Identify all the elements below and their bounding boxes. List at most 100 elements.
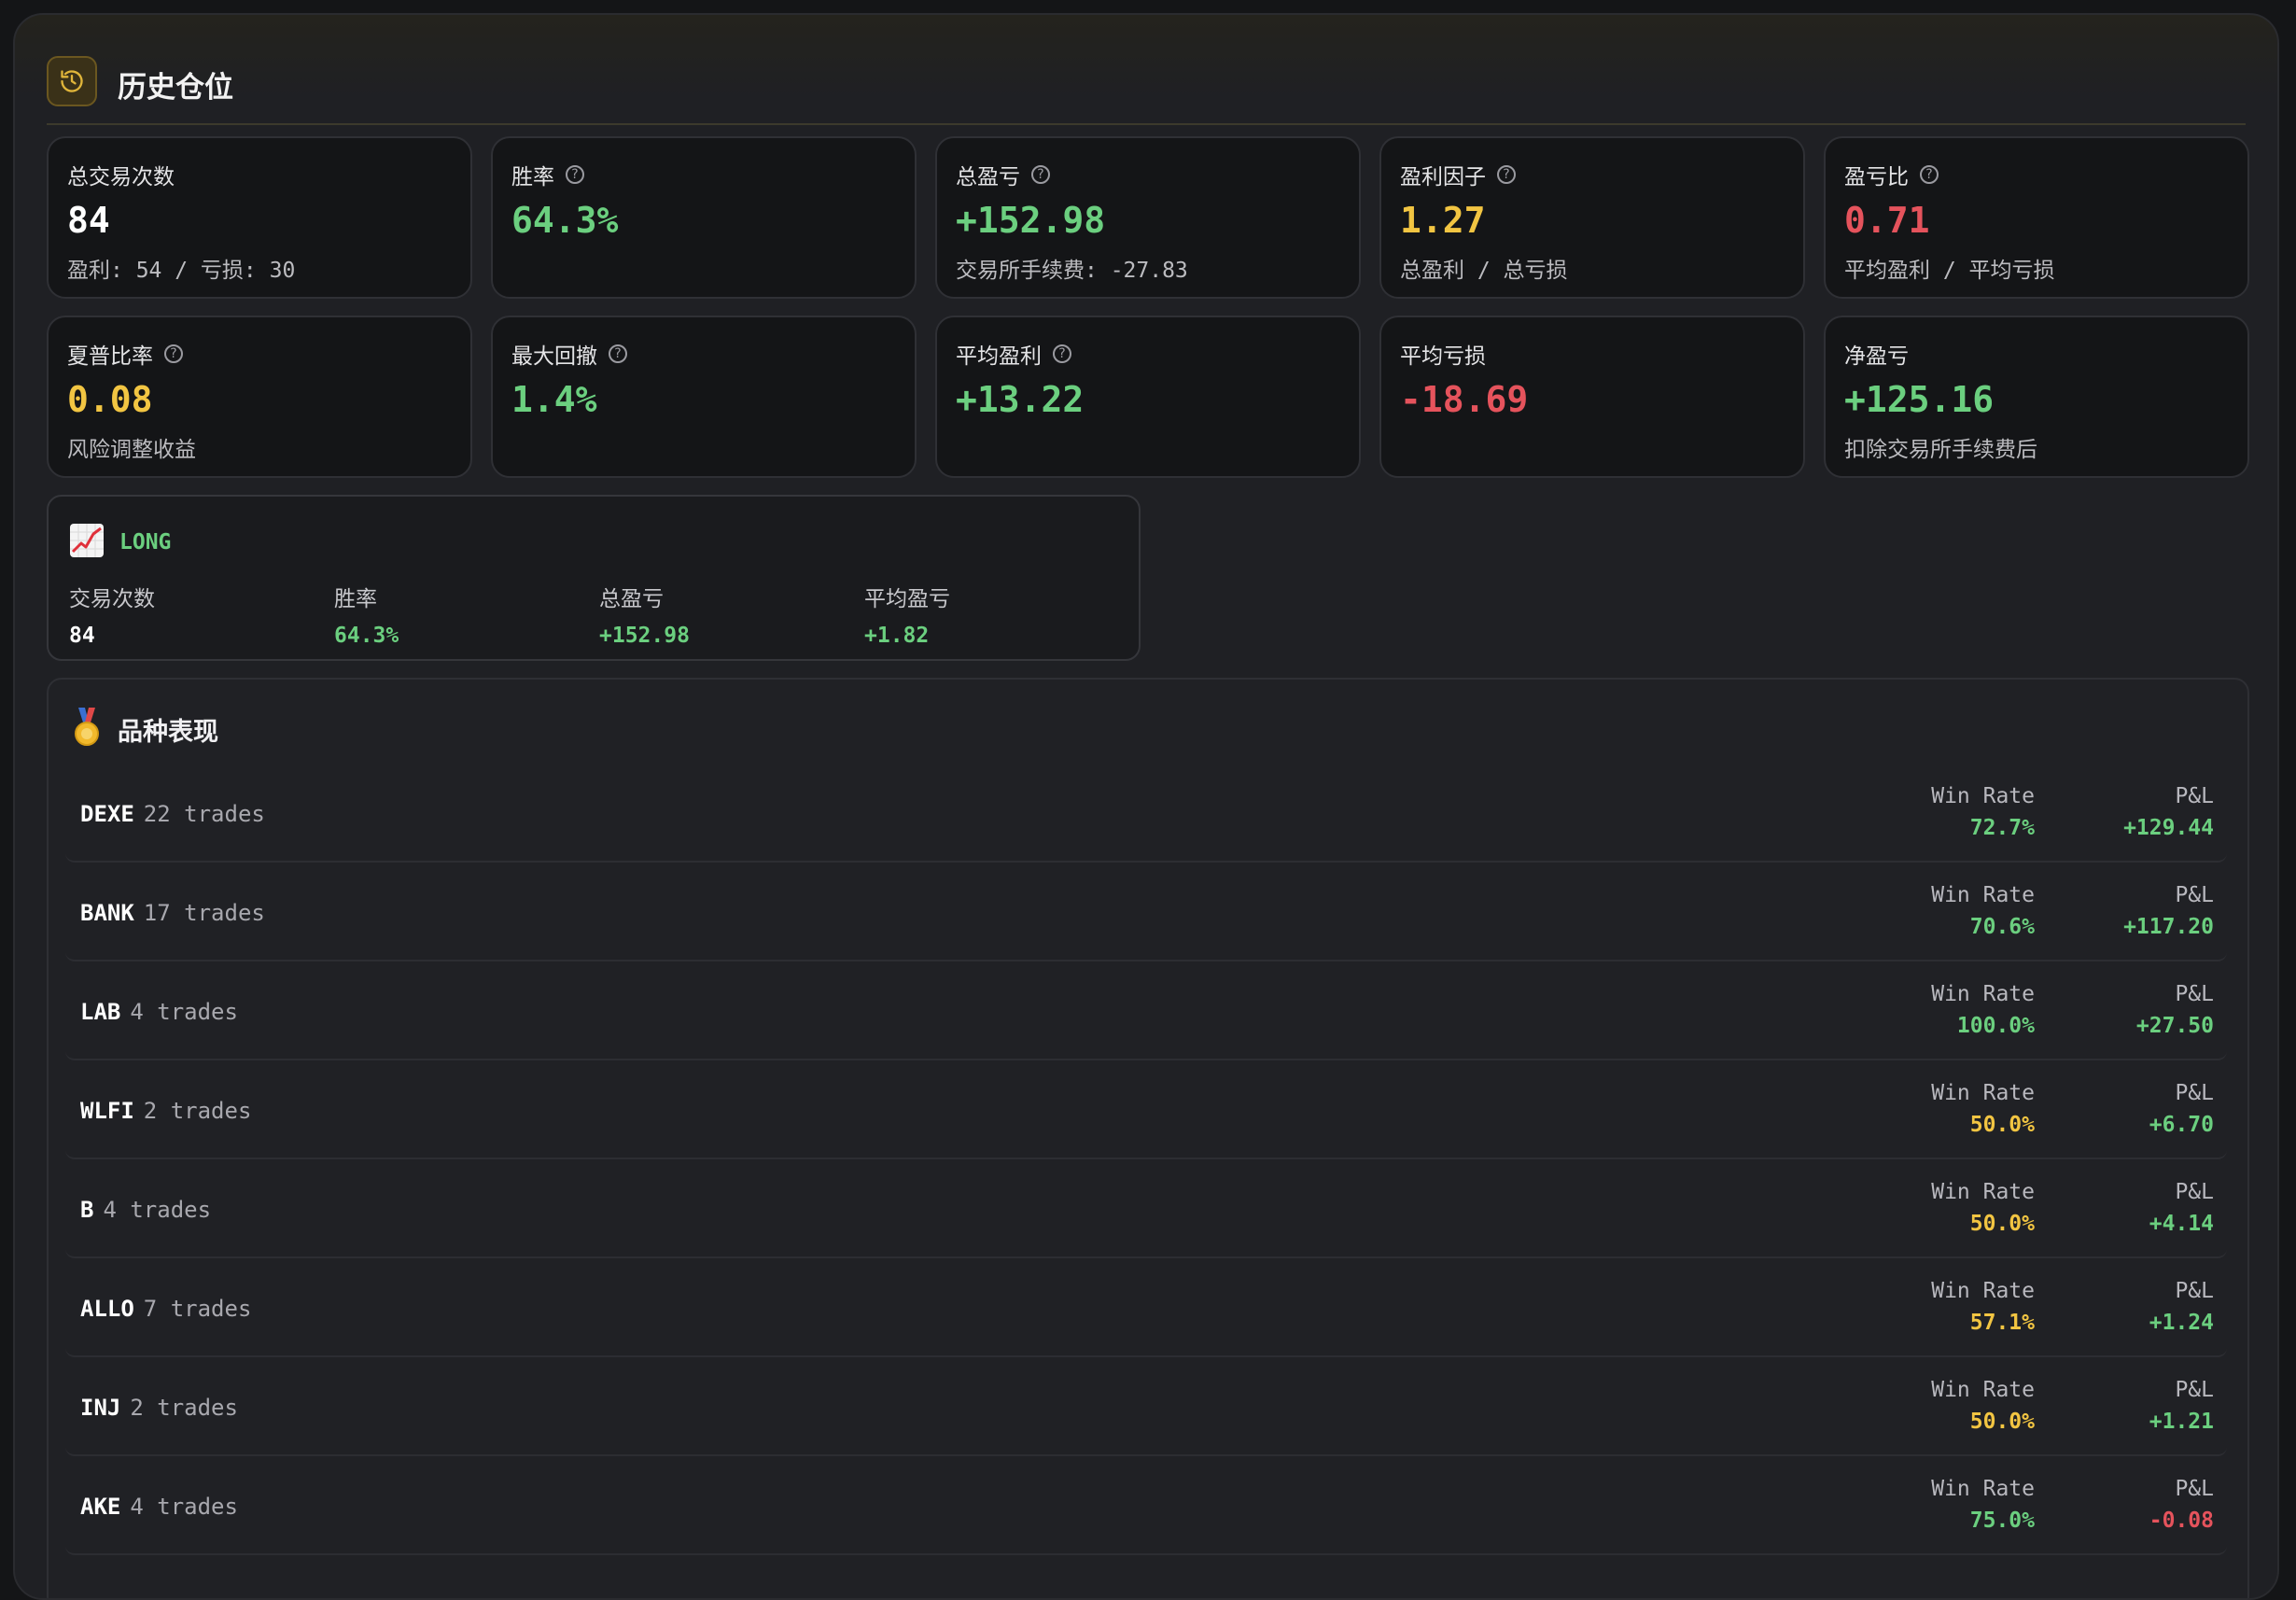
stat-label-text: 夏普比率 (67, 344, 153, 369)
pnl-value: +6.70 (2149, 1113, 2214, 1137)
stat-label-text: 平均亏损 (1400, 344, 1486, 369)
stat-label: 最大回撤? (511, 338, 627, 370)
pnl: P&L +117.20 (2123, 883, 2214, 939)
symbol-cell: AKE 4 trades (80, 1494, 238, 1520)
long-stat: 胜率 64.3% (334, 581, 399, 648)
long-stat-value: 84 (69, 624, 95, 648)
win-rate: Win Rate 100.0% (1931, 982, 2035, 1038)
symbol-cell: B 4 trades (80, 1197, 211, 1223)
pnl-value: +117.20 (2123, 915, 2214, 939)
help-icon[interactable]: ? (164, 344, 183, 363)
win-rate: Win Rate 75.0% (1931, 1477, 2035, 1533)
win-rate-label: Win Rate (1931, 784, 2035, 808)
stat-card: 夏普比率? 0.08 风险调整收益 (47, 316, 472, 478)
stat-label: 平均盈利? (956, 338, 1071, 370)
long-stat-value: +152.98 (599, 624, 690, 648)
stat-label-text: 盈亏比 (1844, 165, 1909, 189)
win-rate-label: Win Rate (1931, 1081, 2035, 1105)
stat-label-text: 盈利因子 (1400, 165, 1486, 189)
pnl-value: +4.14 (2149, 1212, 2214, 1236)
stat-subtext: 平均盈利 / 平均亏损 (1844, 259, 2055, 283)
help-icon[interactable]: ? (566, 165, 584, 184)
long-stat: 交易次数 84 (69, 581, 155, 648)
long-stat-value: +1.82 (864, 624, 930, 648)
win-rate-value: 50.0% (1969, 1113, 2035, 1137)
table-row[interactable]: LAB 4 trades Win Rate 100.0% P&L +27.50 (65, 961, 2227, 1060)
table-row[interactable]: DEXE 22 trades Win Rate 72.7% P&L +129.44 (65, 764, 2227, 863)
stat-label-text: 总交易次数 (67, 165, 175, 189)
help-icon[interactable]: ? (1920, 165, 1939, 184)
section-title: 品种表现 (118, 717, 218, 747)
stat-label-text: 最大回撤 (511, 344, 597, 369)
long-summary-card: LONG 交易次数 84 胜率 64.3% 总盈亏 +152.98 平均盈亏 +1.82 (47, 495, 1141, 661)
pnl-label: P&L (2175, 784, 2214, 808)
stat-card: 平均盈利? +13.22 (935, 316, 1361, 478)
long-stat-label: 交易次数 (69, 587, 155, 611)
table-row[interactable]: B 4 trades Win Rate 50.0% P&L +4.14 (65, 1159, 2227, 1258)
pnl-value: +1.21 (2149, 1410, 2214, 1434)
long-title: LONG (119, 530, 172, 554)
table-row[interactable]: ALLO 7 trades Win Rate 57.1% P&L +1.24 (65, 1258, 2227, 1357)
symbol-cell: ALLO 7 trades (80, 1296, 251, 1322)
long-stat-value: 64.3% (334, 624, 399, 648)
pnl: P&L +27.50 (2136, 982, 2214, 1038)
symbol-cell: DEXE 22 trades (80, 801, 265, 827)
trade-count: 4 trades (130, 1494, 238, 1520)
help-icon[interactable]: ? (1053, 344, 1071, 363)
stat-card: 总盈亏? +152.98 交易所手续费: -27.83 (935, 136, 1361, 299)
win-rate-label: Win Rate (1931, 982, 2035, 1006)
trade-count: 22 trades (143, 801, 265, 827)
table-row[interactable]: AKE 4 trades Win Rate 75.0% P&L -0.08 (65, 1456, 2227, 1555)
symbol-name: BANK (80, 900, 134, 926)
symbol-cell: WLFI 2 trades (80, 1098, 251, 1124)
symbol-cell: LAB 4 trades (80, 999, 238, 1025)
stat-subtext: 交易所手续费: -27.83 (956, 259, 1188, 283)
help-icon[interactable]: ? (609, 344, 627, 363)
trade-count: 4 trades (103, 1197, 212, 1223)
symbol-name: WLFI (80, 1098, 134, 1124)
symbol-name: B (80, 1197, 94, 1223)
stat-value: +152.98 (956, 200, 1106, 241)
stat-value: +125.16 (1844, 379, 1995, 420)
symbol-name: ALLO (80, 1296, 134, 1322)
medal-icon (73, 708, 101, 751)
stat-value: 1.4% (511, 379, 597, 420)
win-rate-value: 50.0% (1969, 1212, 2035, 1236)
symbol-name: AKE (80, 1494, 121, 1520)
pnl: P&L +4.14 (2149, 1180, 2214, 1236)
win-rate: Win Rate 50.0% (1931, 1378, 2035, 1434)
pnl-label: P&L (2175, 883, 2214, 907)
stat-value: +13.22 (956, 379, 1085, 420)
stat-value: 0.71 (1844, 200, 1930, 241)
trade-count: 2 trades (143, 1098, 252, 1124)
symbol-cell: BANK 17 trades (80, 900, 265, 926)
long-stat: 总盈亏 +152.98 (599, 581, 690, 648)
stat-label: 平均亏损 (1400, 338, 1486, 370)
table-row[interactable]: WLFI 2 trades Win Rate 50.0% P&L +6.70 (65, 1060, 2227, 1159)
help-icon[interactable]: ? (1031, 165, 1050, 184)
help-icon[interactable]: ? (1497, 165, 1516, 184)
stat-card: 盈利因子? 1.27 总盈利 / 总亏损 (1379, 136, 1805, 299)
pnl-value: +27.50 (2135, 1014, 2214, 1038)
win-rate: Win Rate 50.0% (1931, 1180, 2035, 1236)
stat-label: 胜率? (511, 159, 584, 190)
symbol-name: INJ (80, 1395, 121, 1421)
pnl-label: P&L (2175, 1081, 2214, 1105)
long-stat: 平均盈亏 +1.82 (864, 581, 950, 648)
stat-card: 净盈亏 +125.16 扣除交易所手续费后 (1824, 316, 2249, 478)
table-row[interactable]: INJ 2 trades Win Rate 50.0% P&L +1.21 (65, 1357, 2227, 1456)
win-rate-value: 75.0% (1969, 1509, 2035, 1533)
long-stat-label: 胜率 (334, 587, 377, 611)
stat-value: 64.3% (511, 200, 619, 241)
trade-count: 17 trades (143, 900, 265, 926)
win-rate-label: Win Rate (1931, 1378, 2035, 1402)
stat-subtext: 盈利: 54 / 亏损: 30 (67, 259, 296, 283)
panel-header: 历史仓位 (47, 43, 2246, 125)
stat-card: 最大回撤? 1.4% (491, 316, 917, 478)
win-rate-label: Win Rate (1931, 883, 2035, 907)
table-row[interactable]: BANK 17 trades Win Rate 70.6% P&L +117.20 (65, 863, 2227, 961)
stat-label: 盈利因子? (1400, 159, 1516, 190)
stat-value: 0.08 (67, 379, 153, 420)
win-rate-label: Win Rate (1931, 1279, 2035, 1303)
win-rate-value: 70.6% (1969, 915, 2035, 939)
